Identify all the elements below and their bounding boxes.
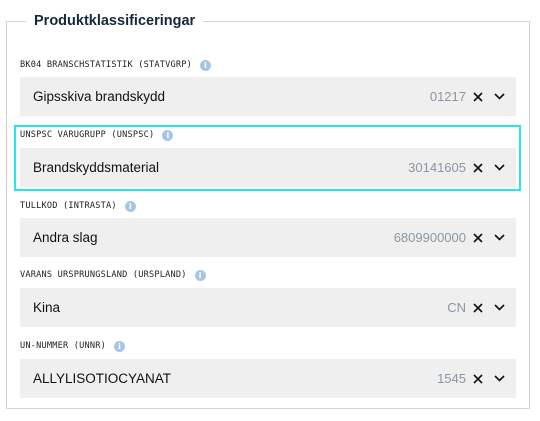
field-label-row: TULLKOD (INTRASTA) i [20, 199, 136, 213]
close-icon[interactable] [472, 232, 483, 243]
close-icon[interactable] [472, 373, 483, 384]
chevron-down-icon[interactable] [494, 93, 505, 101]
info-icon[interactable]: i [199, 59, 211, 71]
focus-highlight [14, 125, 521, 191]
field-label-row: VARANS URSPRUNGSLAND (URSPLAND) i [20, 268, 206, 282]
field-label-unnr: UN-NUMMER (UNNR) [20, 341, 106, 351]
select-value: Gipsskiva brandskydd [33, 89, 166, 104]
section-title: Produktklassificeringar [26, 11, 204, 31]
select-code: 01217 [429, 89, 466, 104]
info-icon[interactable]: i [194, 269, 206, 281]
select-value: Kina [33, 300, 61, 315]
select-unnr[interactable]: ALLYLISOTIOCYANAT 1545 [20, 359, 516, 398]
select-statvgrp[interactable]: Gipsskiva brandskydd 01217 [20, 77, 516, 116]
close-icon[interactable] [472, 302, 483, 313]
chevron-down-icon[interactable] [494, 375, 505, 383]
close-icon[interactable] [472, 91, 483, 102]
select-code: CN [447, 300, 466, 315]
field-label-urspland: VARANS URSPRUNGSLAND (URSPLAND) [20, 270, 187, 280]
chevron-down-icon[interactable] [494, 304, 505, 312]
info-icon[interactable]: i [113, 340, 125, 352]
select-code: 6809900000 [393, 230, 466, 245]
field-label-row: BK04 BRANSCHSTATISTIK (STATVGRP) i [20, 58, 211, 72]
select-value: Andra slag [33, 230, 98, 245]
select-code: 1545 [437, 371, 466, 386]
field-label-row: UN-NUMMER (UNNR) i [20, 339, 125, 353]
info-icon[interactable]: i [124, 200, 136, 212]
field-label-intrasta: TULLKOD (INTRASTA) [20, 201, 117, 211]
select-urspland[interactable]: Kina CN [20, 288, 516, 327]
field-label-statvgrp: BK04 BRANSCHSTATISTIK (STATVGRP) [20, 60, 192, 70]
chevron-down-icon[interactable] [494, 234, 505, 242]
select-intrasta[interactable]: Andra slag 6809900000 [20, 218, 516, 257]
select-value: ALLYLISOTIOCYANAT [33, 371, 172, 386]
